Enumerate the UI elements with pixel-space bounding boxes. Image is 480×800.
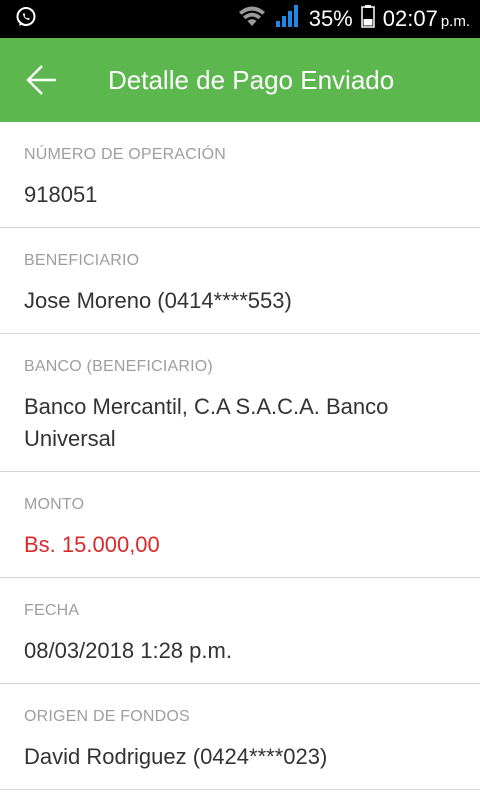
amount-label: MONTO bbox=[24, 496, 85, 513]
clock-time: 02:07 bbox=[382, 6, 438, 31]
date-label: FECHA bbox=[24, 602, 80, 619]
detail-row-beneficiary: BENEFICIARIO Jose Moreno (0414****553) bbox=[0, 228, 480, 334]
date-value: 08/03/2018 1:28 p.m. bbox=[24, 638, 232, 663]
operation-number-label: NÚMERO DE OPERACIÓN bbox=[24, 146, 227, 163]
signal-icon bbox=[275, 4, 301, 34]
wifi-icon bbox=[237, 4, 267, 34]
beneficiary-value: Jose Moreno (0414****553) bbox=[24, 288, 292, 313]
whatsapp-icon bbox=[14, 5, 38, 34]
battery-icon bbox=[361, 4, 375, 34]
back-button[interactable] bbox=[26, 63, 60, 97]
app-bar: Detalle de Pago Enviado bbox=[0, 38, 480, 122]
clock: 02:07 p.m. bbox=[383, 6, 470, 32]
detail-row-funds-origin: ORIGEN DE FONDOS David Rodriguez (0424**… bbox=[0, 684, 480, 790]
clock-ampm: p.m. bbox=[440, 13, 470, 30]
amount-value: Bs. 15.000,00 bbox=[24, 532, 160, 557]
bank-value: Banco Mercantil, C.A S.A.C.A. Banco Univ… bbox=[24, 394, 389, 451]
detail-row-bank: BANCO (BENEFICIARIO) Banco Mercantil, C.… bbox=[0, 334, 480, 472]
funds-origin-value: David Rodriguez (0424****023) bbox=[24, 744, 328, 769]
detail-row-operation-number: NÚMERO DE OPERACIÓN 918051 bbox=[0, 122, 480, 228]
page-title: Detalle de Pago Enviado bbox=[108, 64, 395, 95]
battery-percent: 35% bbox=[308, 6, 353, 31]
detail-list: NÚMERO DE OPERACIÓN 918051 BENEFICIARIO … bbox=[0, 122, 480, 790]
arrow-left-icon bbox=[26, 65, 56, 95]
detail-row-date: FECHA 08/03/2018 1:28 p.m. bbox=[0, 578, 480, 684]
funds-origin-label: ORIGEN DE FONDOS bbox=[24, 708, 190, 725]
status-bar: 35% 02:07 p.m. bbox=[0, 0, 480, 38]
bank-label: BANCO (BENEFICIARIO) bbox=[24, 358, 213, 375]
operation-number-value: 918051 bbox=[24, 182, 98, 207]
beneficiary-label: BENEFICIARIO bbox=[24, 252, 140, 269]
detail-row-amount: MONTO Bs. 15.000,00 bbox=[0, 472, 480, 578]
